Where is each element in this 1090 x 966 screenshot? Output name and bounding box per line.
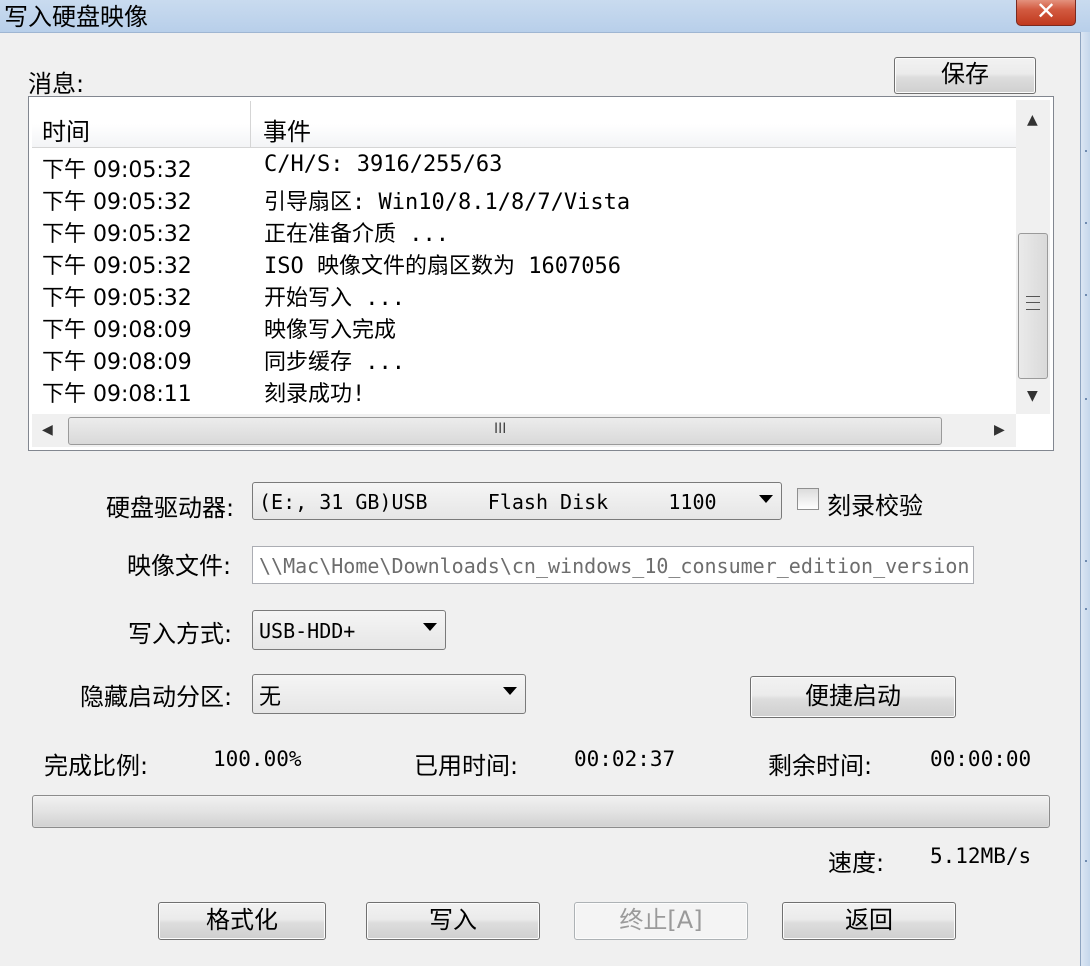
- scroll-left-icon[interactable]: ◀: [42, 422, 53, 438]
- chevron-down-icon: [423, 623, 437, 631]
- grip-icon: [1026, 296, 1040, 310]
- write-button[interactable]: 写入: [366, 902, 540, 940]
- speed-label: 速度:: [828, 849, 885, 877]
- row-time: 下午 09:05:32: [42, 286, 192, 311]
- border-dot: [1085, 398, 1087, 400]
- row-event: 映像写入完成: [264, 318, 397, 343]
- progress-bar: [32, 795, 1050, 828]
- save-button[interactable]: 保存: [894, 57, 1036, 94]
- row-time: 下午 09:08:11: [42, 382, 192, 407]
- hide-partition-select[interactable]: 无: [252, 674, 526, 714]
- elapsed-value: 00:02:37: [574, 747, 676, 771]
- image-file-field[interactable]: \\Mac\Home\Downloads\cn_windows_10_consu…: [252, 546, 974, 584]
- border-dot: [1085, 150, 1087, 152]
- scroll-right-icon[interactable]: ▶: [994, 422, 1005, 438]
- back-button[interactable]: 返回: [782, 902, 956, 940]
- hide-partition-value: 无: [259, 685, 282, 710]
- drive-label: 硬盘驱动器:: [106, 494, 235, 522]
- stop-button[interactable]: 终止[A]: [574, 902, 748, 940]
- chevron-down-icon: [759, 495, 773, 503]
- border-dot: [1085, 860, 1087, 862]
- row-time: 下午 09:05:32: [42, 222, 192, 247]
- row-event: 正在准备介质 ...: [264, 222, 449, 247]
- row-time: 下午 09:05:32: [42, 190, 192, 215]
- border-dot: [1085, 222, 1087, 224]
- border-dot: [1085, 560, 1087, 562]
- remaining-value: 00:00:00: [930, 747, 1032, 771]
- speed-value: 5.12MB/s: [930, 844, 1032, 868]
- completion-label: 完成比例:: [44, 752, 149, 780]
- row-event: 开始写入 ...: [264, 286, 405, 311]
- close-icon: ✕: [1035, 0, 1057, 25]
- write-mode-select[interactable]: USB-HDD+: [252, 610, 446, 650]
- drive-value: (E:, 31 GB)USB Flash Disk 1100: [259, 490, 717, 514]
- grip-icon: III: [494, 421, 507, 437]
- scroll-up-icon[interactable]: ▲: [1027, 112, 1038, 128]
- quick-boot-button[interactable]: 便捷启动: [750, 676, 956, 718]
- progress-fill: [34, 797, 1048, 826]
- image-file-value: \\Mac\Home\Downloads\cn_windows_10_consu…: [259, 554, 970, 578]
- column-divider[interactable]: [250, 101, 251, 147]
- hide-partition-label: 隐藏启动分区:: [80, 683, 233, 711]
- column-header-event[interactable]: 事件: [263, 112, 311, 147]
- row-event: C/H/S: 3916/255/63: [264, 152, 503, 177]
- column-header-time[interactable]: 时间: [42, 112, 90, 147]
- completion-value: 100.00%: [213, 747, 302, 771]
- list-header: [32, 101, 1016, 148]
- verify-checkbox[interactable]: [797, 488, 819, 510]
- close-button[interactable]: ✕: [1016, 0, 1076, 26]
- row-time: 下午 09:05:32: [42, 158, 192, 183]
- row-time: 下午 09:08:09: [42, 350, 192, 375]
- border-dot: [1085, 294, 1087, 296]
- messages-label: 消息:: [28, 70, 85, 98]
- format-button[interactable]: 格式化: [158, 902, 326, 940]
- image-file-label: 映像文件:: [127, 552, 232, 580]
- row-event: 引导扇区: Win10/8.1/8/7/Vista: [264, 190, 631, 215]
- row-time: 下午 09:05:32: [42, 254, 192, 279]
- row-event: 同步缓存 ...: [264, 350, 405, 375]
- row-time: 下午 09:08:09: [42, 318, 192, 343]
- elapsed-label: 已用时间:: [414, 752, 519, 780]
- chevron-down-icon: [503, 687, 517, 695]
- window-border: [1080, 32, 1090, 966]
- window-title: 写入硬盘映像: [4, 3, 148, 31]
- row-event: ISO 映像文件的扇区数为 1607056: [264, 254, 621, 279]
- title-bar: [0, 0, 1090, 33]
- verify-label[interactable]: 刻录校验: [827, 486, 923, 521]
- drive-select[interactable]: (E:, 31 GB)USB Flash Disk 1100: [252, 482, 782, 520]
- write-mode-value: USB-HDD+: [259, 619, 356, 643]
- border-dot: [1085, 608, 1087, 610]
- write-mode-label: 写入方式:: [128, 620, 233, 648]
- remaining-label: 剩余时间:: [768, 752, 873, 780]
- row-event: 刻录成功!: [264, 382, 366, 407]
- scroll-down-icon[interactable]: ▼: [1027, 388, 1038, 404]
